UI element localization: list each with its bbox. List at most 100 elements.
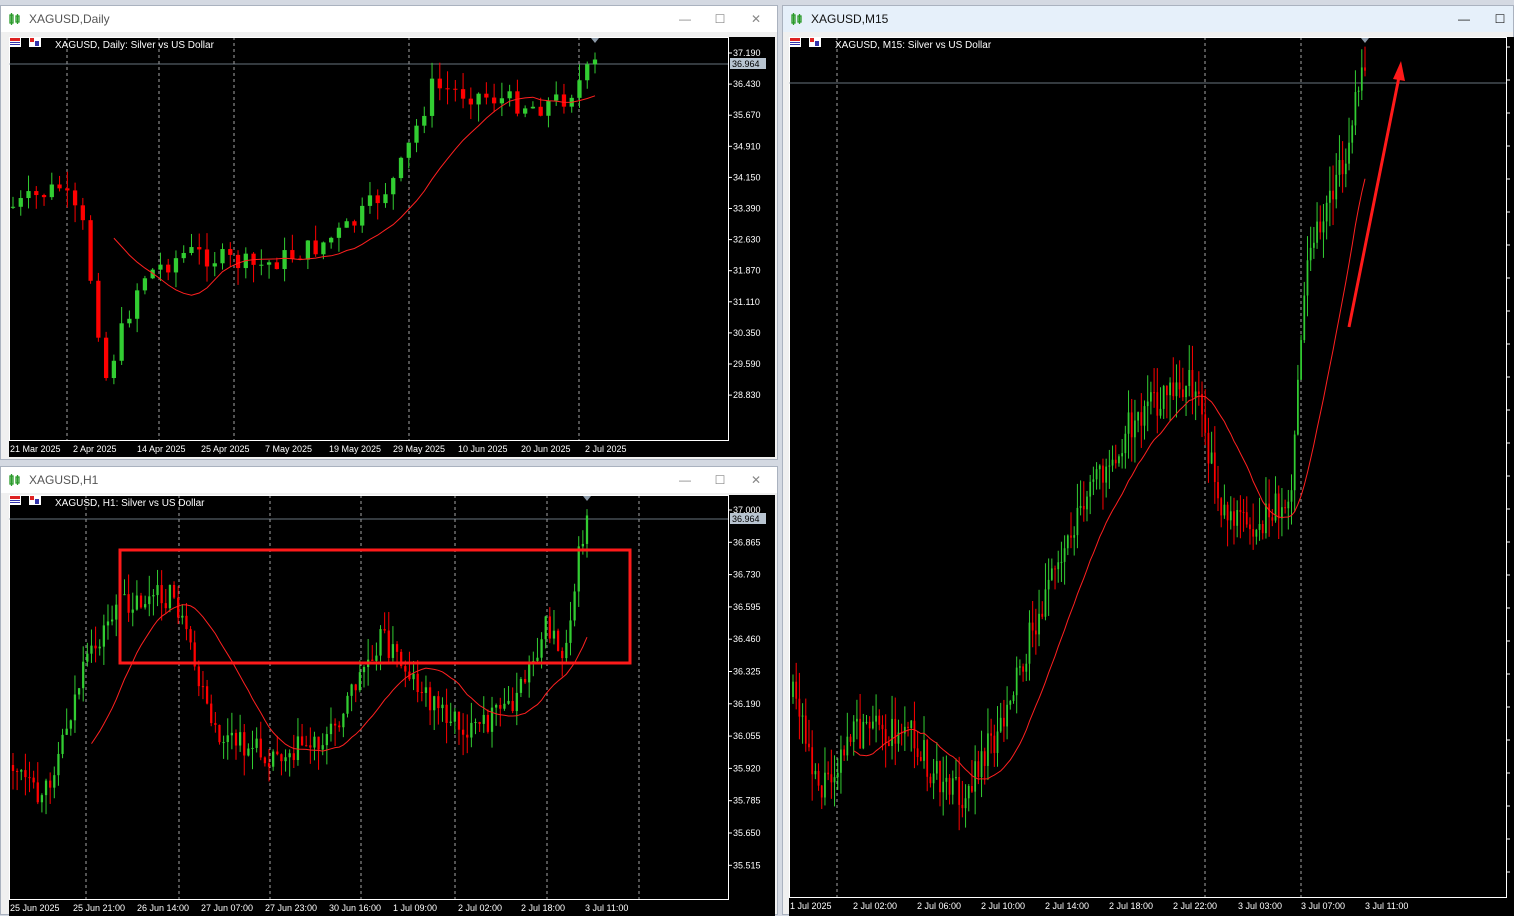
bull-candle bbox=[852, 721, 855, 742]
bull-candle bbox=[1127, 412, 1130, 434]
bull-candle bbox=[1060, 561, 1063, 563]
bull-candle bbox=[168, 584, 172, 609]
bull-candle bbox=[1150, 392, 1152, 402]
bull-candle bbox=[1210, 452, 1213, 464]
minimize-button[interactable]: — bbox=[676, 10, 694, 28]
bear-candle bbox=[795, 681, 798, 699]
price-tick-label: 35.650 bbox=[733, 828, 761, 838]
daily-chart-window[interactable]: XAGUSD,Daily — ☐ ✕ XAGUSD, Daily: Silver… bbox=[0, 5, 778, 460]
bull-candle bbox=[801, 715, 804, 717]
h1-titlebar[interactable]: XAGUSD,H1 — ☐ ✕ bbox=[1, 467, 777, 493]
bull-candle bbox=[1306, 260, 1309, 296]
bear-candle bbox=[395, 644, 399, 652]
bull-candle bbox=[1281, 507, 1283, 519]
bear-candle bbox=[1191, 369, 1194, 398]
trend-arrow-line bbox=[1347, 76, 1401, 328]
plot-border bbox=[789, 37, 1507, 898]
bear-candle bbox=[166, 264, 171, 273]
shift-marker bbox=[583, 496, 591, 501]
window-title: XAGUSD,H1 bbox=[29, 473, 99, 487]
bear-candle bbox=[1226, 504, 1229, 521]
minimize-button[interactable]: — bbox=[676, 471, 694, 489]
m15-chart-window[interactable]: XAGUSD,M15 — ☐ XAGUSD, M15: Silver vs US… bbox=[782, 5, 1514, 916]
maximize-button[interactable]: ☐ bbox=[711, 471, 729, 489]
bull-candle bbox=[1073, 535, 1076, 538]
bear-candle bbox=[486, 714, 490, 732]
bull-candle bbox=[1290, 490, 1293, 502]
bear-candle bbox=[961, 804, 964, 809]
close-button[interactable]: ✕ bbox=[747, 10, 765, 28]
bull-candle bbox=[1047, 579, 1050, 590]
bull-candle bbox=[329, 237, 334, 243]
bull-candle bbox=[833, 777, 836, 783]
bull-candle bbox=[110, 619, 114, 622]
bear-candle bbox=[185, 615, 188, 630]
bull-candle bbox=[1092, 479, 1095, 482]
bull-candle bbox=[391, 178, 396, 195]
bull-candle bbox=[1223, 504, 1226, 516]
time-tick-label: 2 Jul 22:00 bbox=[1173, 901, 1217, 911]
current-price-label: 36.964 bbox=[732, 59, 760, 69]
bull-candle bbox=[119, 323, 124, 361]
bull-candle bbox=[305, 240, 311, 260]
bull-candle bbox=[1108, 465, 1111, 467]
bear-candle bbox=[894, 718, 897, 744]
bear-candle bbox=[1201, 393, 1203, 415]
bull-candle bbox=[577, 80, 582, 98]
daily-chart-canvas[interactable]: XAGUSD, Daily: Silver vs US Dollar 37.19… bbox=[9, 37, 775, 457]
bull-candle bbox=[836, 772, 839, 778]
shift-marker bbox=[591, 38, 599, 43]
bear-candle bbox=[1233, 511, 1235, 526]
m15-titlebar[interactable]: XAGUSD,M15 — ☐ bbox=[783, 6, 1513, 32]
time-tick-label: 25 Jun 21:00 bbox=[73, 903, 125, 913]
bear-candle bbox=[1249, 524, 1251, 530]
bear-candle bbox=[333, 723, 337, 726]
bull-candle bbox=[358, 672, 362, 691]
h1-chart-canvas[interactable]: XAGUSD, H1: Silver vs US Dollar 37.000 36… bbox=[9, 495, 775, 916]
bear-candle bbox=[28, 777, 31, 779]
bull-candle bbox=[577, 546, 580, 592]
maximize-button[interactable]: ☐ bbox=[711, 10, 729, 28]
bear-candle bbox=[80, 205, 85, 221]
time-tick-label: 3 Jul 07:00 bbox=[1301, 901, 1345, 911]
m15-chart-canvas[interactable]: XAGUSD, M15: Silver vs US Dollar 1 Jul 2… bbox=[789, 37, 1514, 916]
daily-titlebar[interactable]: XAGUSD,Daily — ☐ ✕ bbox=[1, 6, 777, 32]
bull-candle bbox=[875, 715, 877, 722]
bull-candle bbox=[585, 515, 589, 544]
bull-candle bbox=[862, 721, 865, 749]
bull-candle bbox=[148, 596, 151, 605]
maximize-button[interactable]: ☐ bbox=[1491, 10, 1509, 28]
bear-candle bbox=[197, 666, 200, 687]
bull-candle bbox=[391, 644, 395, 658]
price-tick-label: 37.190 bbox=[733, 48, 761, 58]
time-tick-label: 2 Jul 18:00 bbox=[1109, 901, 1153, 911]
bear-candle bbox=[1245, 512, 1248, 525]
bull-candle bbox=[1328, 190, 1331, 203]
bear-candle bbox=[420, 692, 423, 694]
close-button[interactable]: ✕ bbox=[747, 471, 765, 489]
bear-candle bbox=[352, 221, 357, 226]
bear-candle bbox=[36, 782, 39, 803]
bull-candle bbox=[482, 714, 485, 724]
bull-candle bbox=[1354, 91, 1357, 126]
bear-candle bbox=[437, 78, 442, 89]
bull-candle bbox=[127, 318, 132, 324]
bull-candle bbox=[824, 772, 826, 798]
minimize-button[interactable]: — bbox=[1455, 10, 1473, 28]
bear-candle bbox=[1070, 535, 1072, 538]
bull-candle bbox=[1316, 221, 1318, 243]
bear-candle bbox=[292, 753, 295, 761]
bear-candle bbox=[103, 337, 109, 379]
bear-candle bbox=[993, 735, 996, 753]
bear-candle bbox=[1181, 389, 1184, 398]
time-tick-label: 1 Jul 2025 bbox=[790, 901, 832, 911]
h1-chart-window[interactable]: XAGUSD,H1 — ☐ ✕ XAGUSD, H1: Silver vs US… bbox=[0, 466, 778, 916]
bull-candle bbox=[40, 795, 44, 803]
bull-candle bbox=[379, 629, 382, 656]
time-tick-label: 2 Apr 2025 bbox=[73, 444, 117, 454]
bull-candle bbox=[1229, 511, 1232, 521]
bull-candle bbox=[891, 718, 893, 746]
bull-candle bbox=[406, 142, 411, 158]
time-tick-label: 25 Jun 2025 bbox=[10, 903, 60, 913]
bull-candle bbox=[1360, 67, 1363, 91]
